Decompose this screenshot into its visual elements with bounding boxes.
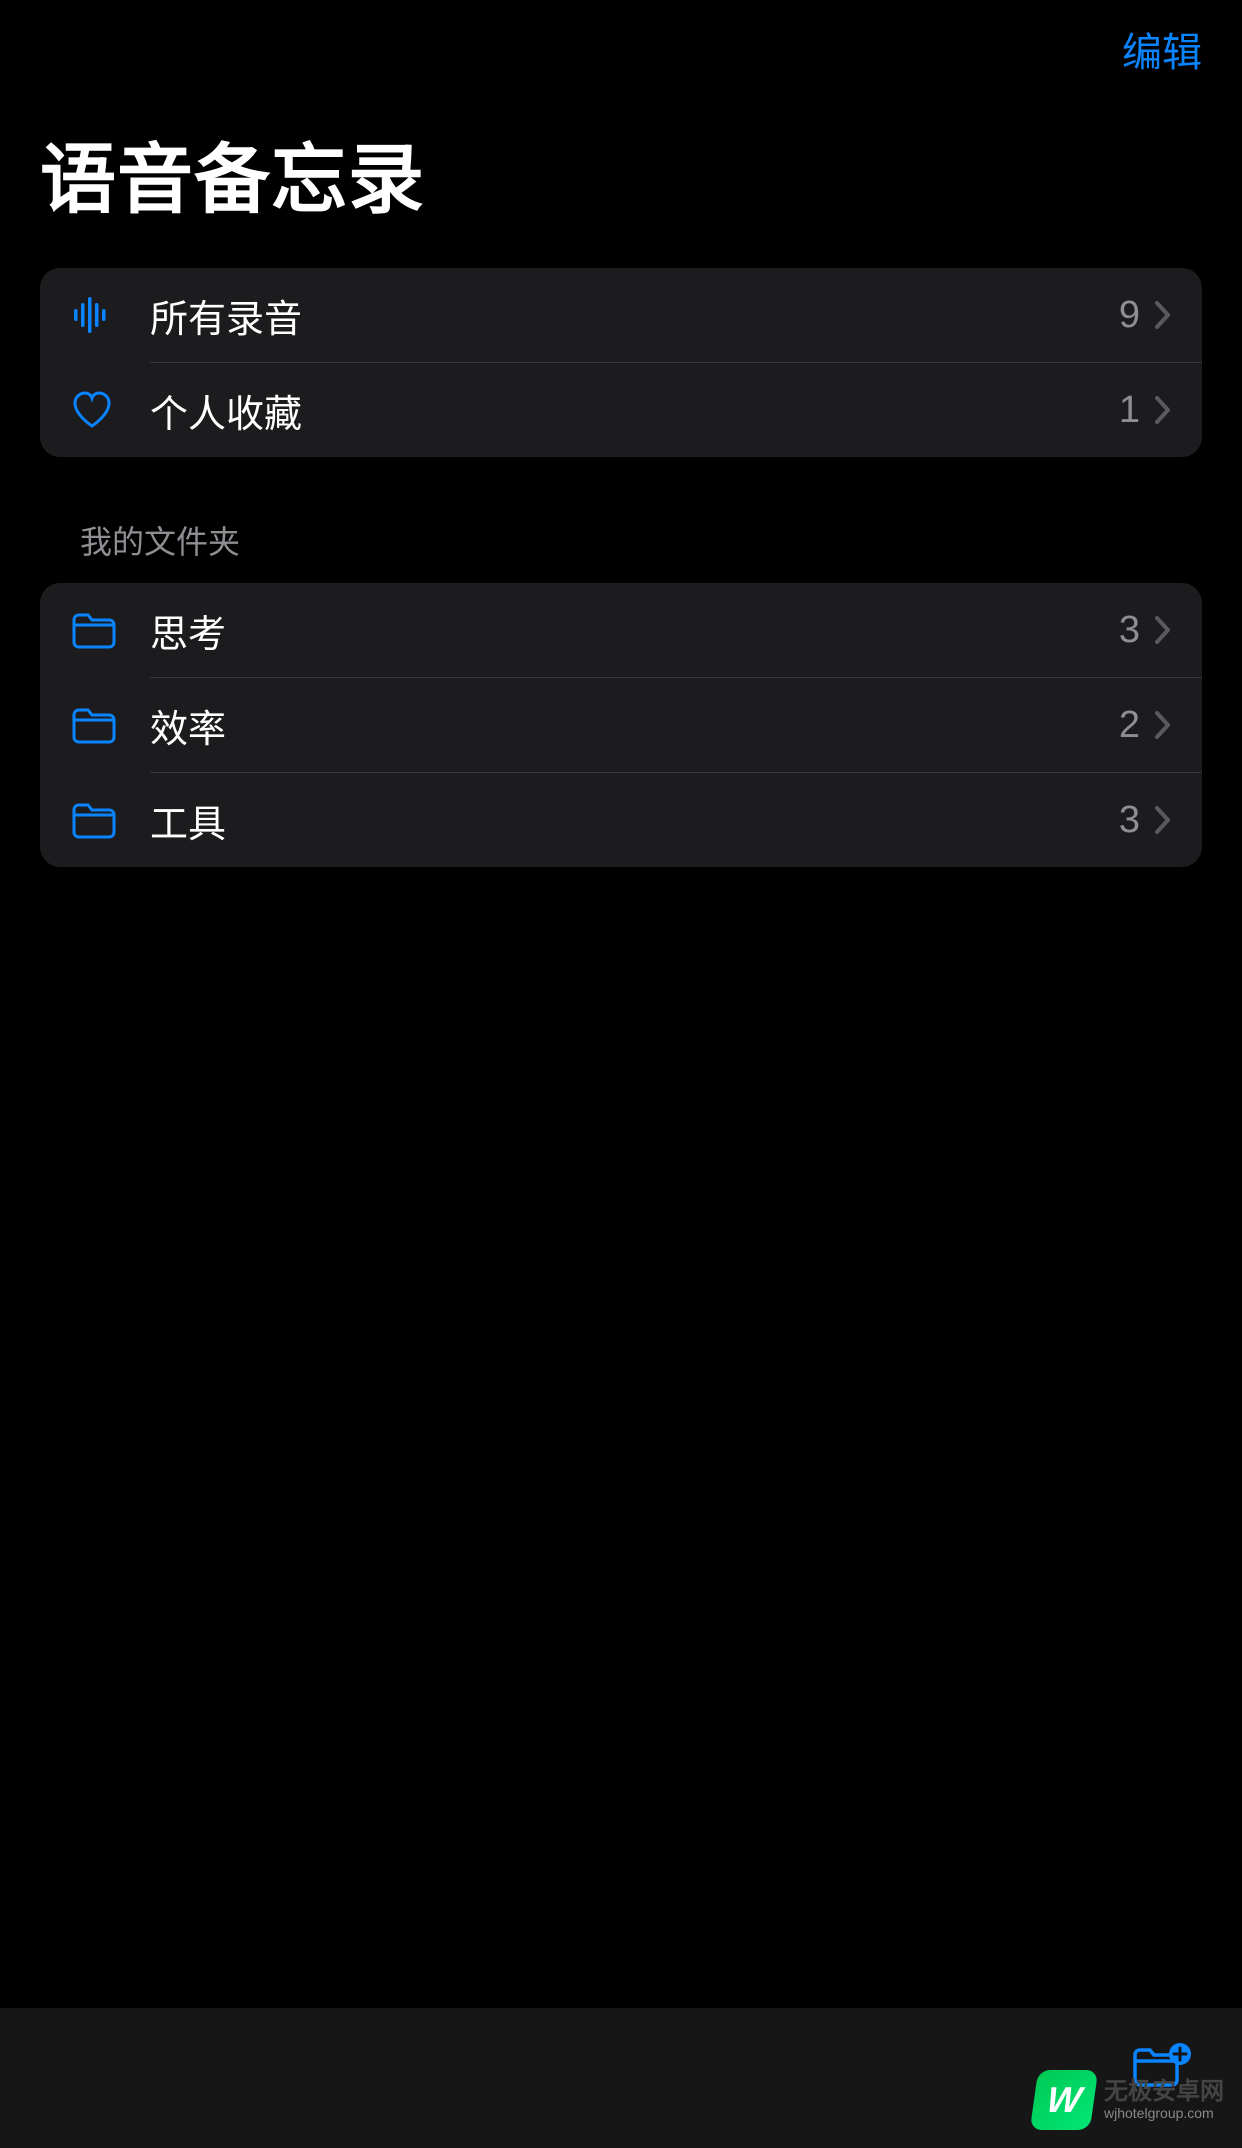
- list-item-label: 个人收藏: [150, 383, 1119, 438]
- folder-item[interactable]: 思考 3: [40, 583, 1202, 677]
- watermark: W 无极安卓网 wjhotelgroup.com: [1034, 2070, 1224, 2130]
- watermark-main: 无极安卓网: [1104, 2079, 1224, 2105]
- list-item-label: 思考: [150, 603, 1119, 658]
- chevron-right-icon: [1154, 805, 1172, 835]
- list-item-count: 2: [1119, 704, 1140, 747]
- all-recordings-item[interactable]: 所有录音 9: [40, 268, 1202, 362]
- heart-icon: [70, 388, 150, 432]
- nav-bar: 编辑: [0, 0, 1242, 88]
- page-title: 语音备忘录: [0, 88, 1242, 268]
- list-item-count: 1: [1119, 389, 1140, 432]
- watermark-logo: W: [1030, 2070, 1098, 2130]
- my-folders-header: 我的文件夹: [0, 517, 1242, 583]
- folder-icon: [70, 610, 150, 650]
- chevron-right-icon: [1154, 300, 1172, 330]
- favorites-item[interactable]: 个人收藏 1: [40, 363, 1202, 457]
- list-item-label: 所有录音: [150, 288, 1119, 343]
- folder-icon: [70, 800, 150, 840]
- chevron-right-icon: [1154, 395, 1172, 425]
- edit-button[interactable]: 编辑: [1122, 20, 1202, 78]
- list-item-count: 9: [1119, 294, 1140, 337]
- folder-item[interactable]: 工具 3: [40, 773, 1202, 867]
- list-item-label: 效率: [150, 698, 1119, 753]
- list-item-label: 工具: [150, 793, 1119, 848]
- list-item-count: 3: [1119, 609, 1140, 652]
- chevron-right-icon: [1154, 615, 1172, 645]
- chevron-right-icon: [1154, 710, 1172, 740]
- folder-item[interactable]: 效率 2: [40, 678, 1202, 772]
- watermark-sub: wjhotelgroup.com: [1104, 2106, 1224, 2121]
- smart-list-group: 所有录音 9 个人收藏 1: [40, 268, 1202, 457]
- list-item-count: 3: [1119, 799, 1140, 842]
- waveform-icon: [70, 293, 150, 337]
- folder-icon: [70, 705, 150, 745]
- folders-list-group: 思考 3 效率 2 工具 3: [40, 583, 1202, 867]
- watermark-text: 无极安卓网 wjhotelgroup.com: [1104, 2079, 1224, 2121]
